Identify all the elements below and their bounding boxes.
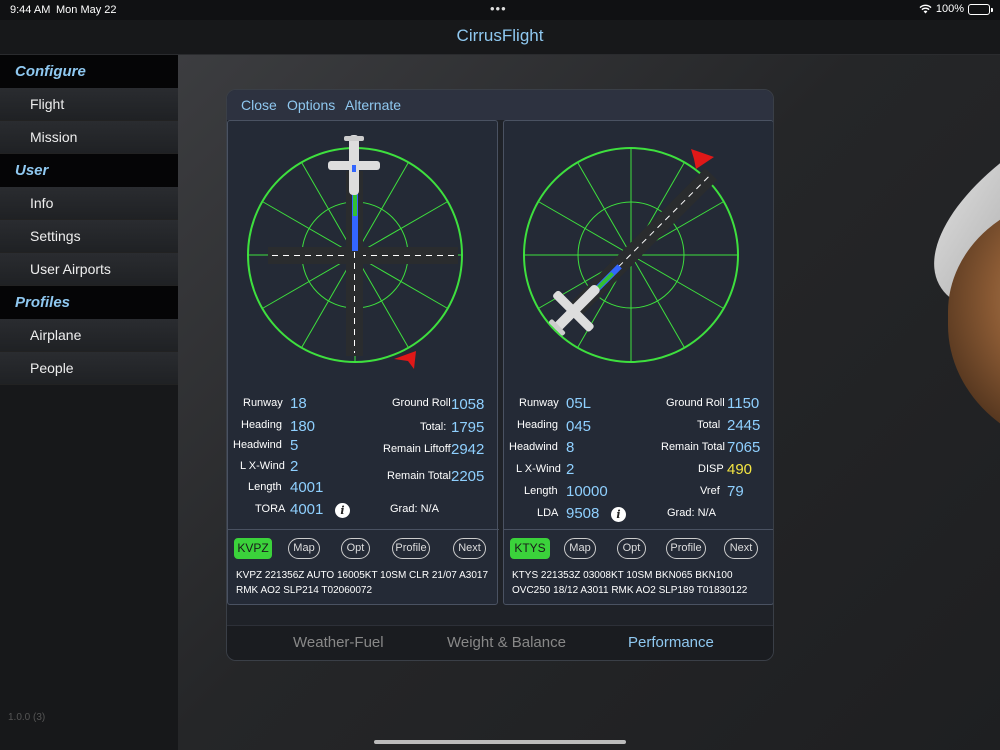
sidebar-section-configure: Configure bbox=[0, 55, 178, 88]
app-title: CirrusFlight bbox=[456, 26, 544, 45]
headwind-label: Headwind bbox=[509, 441, 558, 453]
length-label: Length bbox=[524, 485, 558, 497]
status-right: 100% bbox=[919, 3, 993, 15]
status-bar: 9:44 AM Mon May 22 ••• 100% bbox=[0, 0, 1000, 20]
tab-bar: Weather-Fuel Weight & Balance Performanc… bbox=[227, 625, 773, 660]
tab-performance[interactable]: Performance bbox=[628, 634, 714, 651]
departure-card: Runway 18 Heading 180 Headwind 5 L X-Win… bbox=[227, 120, 499, 605]
home-indicator[interactable] bbox=[374, 740, 626, 744]
runway-value: 18 bbox=[290, 395, 307, 412]
sidebar-section-profiles: Profiles bbox=[0, 286, 178, 319]
lxwind-value: 2 bbox=[290, 458, 299, 475]
nav-bar: CirrusFlight bbox=[0, 20, 1000, 55]
opt-button[interactable]: Opt bbox=[341, 538, 370, 559]
map-button[interactable]: Map bbox=[288, 538, 320, 559]
status-date: Mon May 22 bbox=[56, 4, 117, 16]
total-label: Total bbox=[697, 419, 721, 431]
battery-icon bbox=[968, 3, 993, 15]
grad-label: Grad: N/A bbox=[390, 503, 439, 515]
tora-label: TORA bbox=[255, 503, 286, 515]
status-time: 9:44 AM bbox=[10, 4, 51, 16]
profile-button[interactable]: Profile bbox=[392, 538, 430, 559]
length-value: 4001 bbox=[290, 479, 324, 496]
tora-value: 4001 bbox=[290, 501, 324, 518]
lxwind-value: 2 bbox=[566, 461, 575, 478]
panel-toolbar: Close Options Alternate bbox=[227, 90, 773, 120]
lda-value: 9508 bbox=[566, 505, 600, 522]
next-button[interactable]: Next bbox=[453, 538, 486, 559]
sidebar-item-settings[interactable]: Settings bbox=[0, 220, 178, 253]
airport-button-kvpz[interactable]: KVPZ bbox=[234, 538, 272, 559]
heading-value: 180 bbox=[290, 418, 316, 435]
headwind-label: Headwind bbox=[233, 439, 282, 451]
remain-liftoff-label: Remain Liftoff bbox=[383, 443, 451, 455]
airport-button-ktys[interactable]: KTYS bbox=[510, 538, 550, 559]
ground-roll-value: 1058 bbox=[451, 396, 485, 413]
disp-value: 490 bbox=[727, 461, 753, 478]
close-button[interactable]: Close bbox=[241, 97, 277, 113]
grad-label: Grad: N/A bbox=[667, 507, 716, 519]
vref-label: Vref bbox=[700, 485, 720, 497]
runway-label: Runway bbox=[519, 397, 559, 409]
total-value: 1795 bbox=[451, 419, 485, 436]
sidebar-item-airplane[interactable]: Airplane bbox=[0, 319, 178, 352]
app-version: 1.0.0 (3) bbox=[8, 712, 46, 723]
total-value: 2445 bbox=[727, 417, 761, 434]
remain-total-value: 7065 bbox=[727, 439, 761, 456]
departure-wind-dial bbox=[247, 135, 463, 369]
sidebar-item-people[interactable]: People bbox=[0, 352, 178, 385]
heading-label: Heading bbox=[241, 419, 282, 431]
opt-button[interactable]: Opt bbox=[617, 538, 646, 559]
total-label: Total: bbox=[420, 421, 447, 433]
wind-arrow-icon bbox=[691, 149, 714, 169]
heading-label: Heading bbox=[517, 419, 558, 431]
sidebar-item-user-airports[interactable]: User Airports bbox=[0, 253, 178, 286]
ground-roll-label: Ground Roll bbox=[392, 397, 451, 409]
map-button[interactable]: Map bbox=[564, 538, 596, 559]
arrival-wind-dial bbox=[523, 147, 739, 363]
lda-label: LDA bbox=[537, 507, 559, 519]
wifi-icon bbox=[919, 4, 932, 14]
remain-total-label: Remain Total bbox=[387, 470, 451, 482]
heading-value: 045 bbox=[566, 418, 592, 435]
sidebar-item-info[interactable]: Info bbox=[0, 187, 178, 220]
metar-text: KVPZ 221356Z AUTO 16005KT 10SM CLR 21/07… bbox=[236, 570, 489, 596]
divider bbox=[504, 529, 773, 530]
runway-value: 05L bbox=[566, 395, 592, 412]
airplane-icon bbox=[328, 135, 380, 195]
divider bbox=[228, 529, 499, 530]
vref-value: 79 bbox=[727, 483, 744, 500]
remain-total-label: Remain Total bbox=[661, 441, 725, 453]
sidebar-item-flight[interactable]: Flight bbox=[0, 88, 178, 121]
alternate-button[interactable]: Alternate bbox=[345, 97, 401, 113]
profile-button[interactable]: Profile bbox=[666, 538, 706, 559]
length-label: Length bbox=[248, 481, 282, 493]
battery-percent: 100% bbox=[935, 3, 964, 15]
headwind-value: 8 bbox=[566, 439, 575, 456]
remain-liftoff-value: 2942 bbox=[451, 441, 485, 458]
remain-total-value: 2205 bbox=[451, 468, 485, 485]
headwind-value: 5 bbox=[290, 437, 299, 454]
options-button[interactable]: Options bbox=[287, 97, 335, 113]
ground-roll-label: Ground Roll bbox=[666, 397, 725, 409]
tab-weight-balance[interactable]: Weight & Balance bbox=[447, 634, 566, 651]
multitask-dots-icon[interactable]: ••• bbox=[490, 1, 507, 16]
info-icon[interactable]: i bbox=[335, 503, 350, 518]
lxwind-label: L X-Wind bbox=[516, 463, 561, 475]
metar-text: KTYS 221353Z 03008KT 10SM BKN065 BKN100 … bbox=[512, 570, 748, 596]
sidebar-item-mission[interactable]: Mission bbox=[0, 121, 178, 154]
sidebar: Configure Flight Mission User Info Setti… bbox=[0, 55, 178, 750]
tab-weather-fuel[interactable]: Weather-Fuel bbox=[293, 634, 384, 651]
arrival-card: Runway 05L Heading 045 Headwind 8 L X-Wi… bbox=[503, 120, 773, 605]
performance-panel: Close Options Alternate Runway 18 Headin… bbox=[226, 89, 774, 661]
lxwind-label: L X-Wind bbox=[240, 460, 285, 472]
disp-label: DISP bbox=[698, 463, 724, 475]
next-button[interactable]: Next bbox=[724, 538, 758, 559]
info-icon[interactable]: i bbox=[611, 507, 626, 522]
length-value: 10000 bbox=[566, 483, 608, 500]
sidebar-section-user: User bbox=[0, 154, 178, 187]
ground-roll-value: 1150 bbox=[727, 395, 760, 412]
runway-label: Runway bbox=[243, 397, 283, 409]
